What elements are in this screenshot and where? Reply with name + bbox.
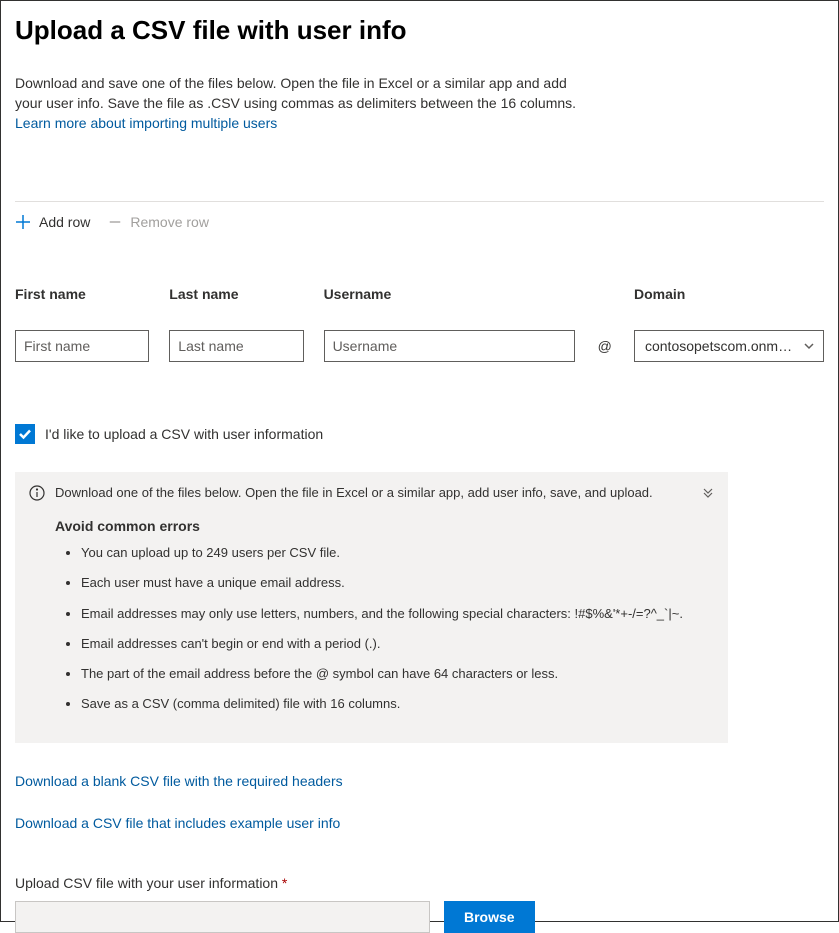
page-title: Upload a CSV file with user info [15,15,824,46]
first-name-input[interactable] [15,330,149,362]
domain-value: contosopetscom.onmic... [645,338,795,354]
at-symbol: @ [595,338,614,354]
learn-more-link[interactable]: Learn more about importing multiple user… [15,115,277,131]
error-item: Each user must have a unique email addre… [81,574,714,592]
username-label: Username [324,286,576,302]
file-path-display [15,901,430,933]
info-panel: Download one of the files below. Open th… [15,472,728,743]
error-item: The part of the email address before the… [81,665,714,683]
plus-icon [15,214,31,230]
error-item: You can upload up to 249 users per CSV f… [81,544,714,562]
domain-label: Domain [634,286,824,302]
add-row-label: Add row [39,214,90,230]
username-input[interactable] [324,330,576,362]
error-item: Email addresses can't begin or end with … [81,635,714,653]
first-name-label: First name [15,286,149,302]
upload-file-label: Upload CSV file with your user informati… [15,875,824,891]
remove-row-button: Remove row [108,214,209,230]
error-item: Email addresses may only use letters, nu… [81,605,714,623]
error-list: You can upload up to 249 users per CSV f… [81,544,714,713]
collapse-icon[interactable] [702,486,714,498]
add-row-button[interactable]: Add row [15,214,90,230]
info-panel-text: Download one of the files below. Open th… [55,484,653,502]
required-indicator: * [282,875,287,891]
minus-icon [108,215,122,229]
upload-csv-checkbox-label: I'd like to upload a CSV with user infor… [45,426,323,442]
domain-select[interactable]: contosopetscom.onmic... [634,330,824,362]
chevron-down-icon [803,340,815,352]
remove-row-label: Remove row [130,214,209,230]
browse-button[interactable]: Browse [444,901,535,933]
intro-text: Download and save one of the files below… [15,74,595,113]
upload-csv-checkbox[interactable] [15,424,35,444]
download-blank-csv-link[interactable]: Download a blank CSV file with the requi… [15,773,824,789]
info-icon [29,485,45,501]
avoid-errors-title: Avoid common errors [55,518,714,534]
last-name-label: Last name [169,286,303,302]
error-item: Save as a CSV (comma delimited) file wit… [81,695,714,713]
divider [15,201,824,202]
last-name-input[interactable] [169,330,303,362]
download-example-csv-link[interactable]: Download a CSV file that includes exampl… [15,815,824,831]
check-icon [18,427,32,441]
